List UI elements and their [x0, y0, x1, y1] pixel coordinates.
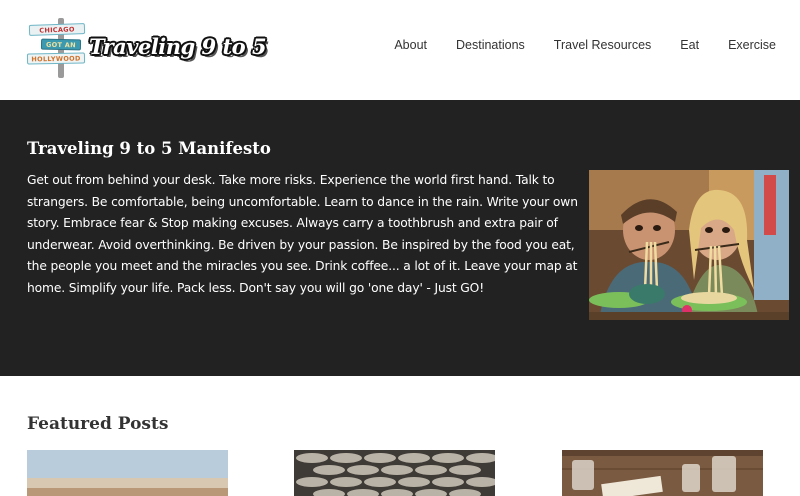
table-glasses-image — [562, 450, 763, 496]
featured-post-thumbnail-2[interactable] — [294, 450, 495, 496]
manifesto-section: Traveling 9 to 5 Manifesto Get out from … — [0, 100, 800, 376]
featured-post-thumbnail-3[interactable] — [562, 450, 763, 496]
site-header: CHICAGO GOT AN HOLLYWOOD Traveling 9 to … — [0, 0, 800, 100]
stacked-barrels-image — [294, 450, 495, 496]
manifesto-text: Get out from behind your desk. Take more… — [27, 173, 578, 295]
manifesto-photo — [589, 170, 789, 320]
nav-item-eat[interactable]: Eat — [680, 38, 699, 52]
nav-item-exercise[interactable]: Exercise — [728, 38, 776, 52]
featured-posts-heading: Featured Posts — [27, 414, 169, 434]
beach-sky-image — [27, 450, 228, 496]
site-logo[interactable]: CHICAGO GOT AN HOLLYWOOD Traveling 9 to … — [26, 18, 267, 80]
logo-sign-1: CHICAGO — [28, 23, 86, 36]
logo-sign-3: HOLLYWOOD — [26, 52, 86, 65]
nav-item-about[interactable]: About — [394, 38, 427, 52]
logo-sign-2: GOT AN — [40, 38, 82, 51]
manifesto-title: Traveling 9 to 5 Manifesto — [27, 139, 271, 158]
couple-eating-noodles-image — [589, 170, 789, 320]
logo-wordmark: Traveling 9 to 5 — [89, 34, 267, 59]
nav-item-destinations[interactable]: Destinations — [456, 38, 525, 52]
main-nav: About Destinations Travel Resources Eat … — [365, 38, 776, 52]
nav-item-travel-resources[interactable]: Travel Resources — [554, 38, 652, 52]
featured-post-thumbnail-1[interactable] — [27, 450, 228, 496]
